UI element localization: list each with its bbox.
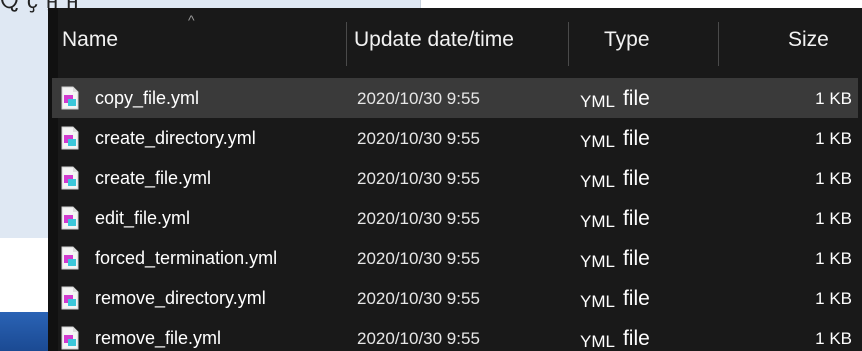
file-type-prefix: YML xyxy=(580,252,615,271)
sort-ascending-icon: ^ xyxy=(188,12,195,28)
file-name: remove_file.yml xyxy=(95,328,222,348)
column-header: ^ Name Update date/time Type Size xyxy=(48,8,862,74)
file-type: YML file xyxy=(580,327,650,351)
file-type-prefix: YML xyxy=(580,332,615,351)
file-type: YML file xyxy=(580,87,650,113)
file-type-word: file xyxy=(622,127,650,150)
yml-file-icon xyxy=(61,166,79,190)
file-size: 1 KB xyxy=(815,209,852,228)
file-size: 1 KB xyxy=(815,249,852,268)
file-size: 1 KB xyxy=(815,129,852,148)
file-row[interactable]: copy_file.yml 2020/10/30 9:55 YML file 1 … xyxy=(48,78,862,118)
file-date: 2020/10/30 9:55 xyxy=(357,129,480,148)
file-type-word: file xyxy=(622,247,650,270)
file-type-word: file xyxy=(622,207,650,230)
column-header-size[interactable]: Size xyxy=(788,28,829,52)
file-type-word: file xyxy=(622,87,650,110)
column-divider[interactable] xyxy=(346,22,347,66)
file-size: 1 KB xyxy=(815,169,852,188)
yml-file-icon xyxy=(61,86,79,110)
column-header-name[interactable]: Name xyxy=(62,28,118,52)
file-type-prefix: YML xyxy=(580,92,615,111)
yml-file-icon xyxy=(61,206,79,230)
yml-file-icon xyxy=(61,246,79,270)
file-row[interactable]: create_file.yml 2020/10/30 9:55 YML file … xyxy=(48,158,862,198)
file-explorer-list: ^ Name Update date/time Type Size copy_f… xyxy=(48,8,862,351)
column-header-type[interactable]: Type xyxy=(604,28,650,52)
file-size: 1 KB xyxy=(815,89,852,108)
file-type-prefix: YML xyxy=(580,292,615,311)
file-name: create_file.yml xyxy=(95,168,212,188)
file-name: create_directory.yml xyxy=(95,128,256,148)
file-row[interactable]: create_directory.yml 2020/10/30 9:55 YML… xyxy=(48,118,862,158)
file-type-word: file xyxy=(622,287,650,310)
file-size: 1 KB xyxy=(815,289,852,308)
file-type: YML file xyxy=(580,207,650,233)
file-type-prefix: YML xyxy=(580,172,615,191)
file-name: edit_file.yml xyxy=(95,208,191,228)
yml-file-icon xyxy=(61,326,79,350)
file-date: 2020/10/30 9:55 xyxy=(357,289,480,308)
file-type: YML file xyxy=(580,127,650,153)
file-row[interactable]: remove_directory.yml 2020/10/30 9:55 YML… xyxy=(48,278,862,318)
file-type: YML file xyxy=(580,247,650,273)
column-header-date[interactable]: Update date/time xyxy=(354,28,514,52)
file-date: 2020/10/30 9:55 xyxy=(357,169,480,188)
column-divider[interactable] xyxy=(718,22,719,66)
file-type: YML file xyxy=(580,167,650,193)
file-type-prefix: YML xyxy=(580,132,615,151)
file-name: copy_file.yml xyxy=(95,88,200,108)
file-row[interactable]: remove_file.yml 2020/10/30 9:55 YML file … xyxy=(48,318,862,351)
file-date: 2020/10/30 9:55 xyxy=(357,209,480,228)
file-type: YML file xyxy=(580,287,650,313)
yml-file-icon xyxy=(61,126,79,150)
file-type-word: file xyxy=(622,327,650,350)
file-name: forced_termination.yml xyxy=(95,248,278,268)
file-row[interactable]: edit_file.yml 2020/10/30 9:55 YML file 1 … xyxy=(48,198,862,238)
file-row[interactable]: forced_termination.yml 2020/10/30 9:55 Y… xyxy=(48,238,862,278)
file-size: 1 KB xyxy=(815,329,852,348)
file-date: 2020/10/30 9:55 xyxy=(357,329,480,348)
yml-file-icon xyxy=(61,286,79,310)
file-type-word: file xyxy=(622,167,650,190)
column-divider[interactable] xyxy=(568,22,569,66)
file-date: 2020/10/30 9:55 xyxy=(357,249,480,268)
file-date: 2020/10/30 9:55 xyxy=(357,89,480,108)
file-name: remove_directory.yml xyxy=(95,288,266,308)
file-type-prefix: YML xyxy=(580,212,615,231)
background-taskbar xyxy=(0,312,48,351)
